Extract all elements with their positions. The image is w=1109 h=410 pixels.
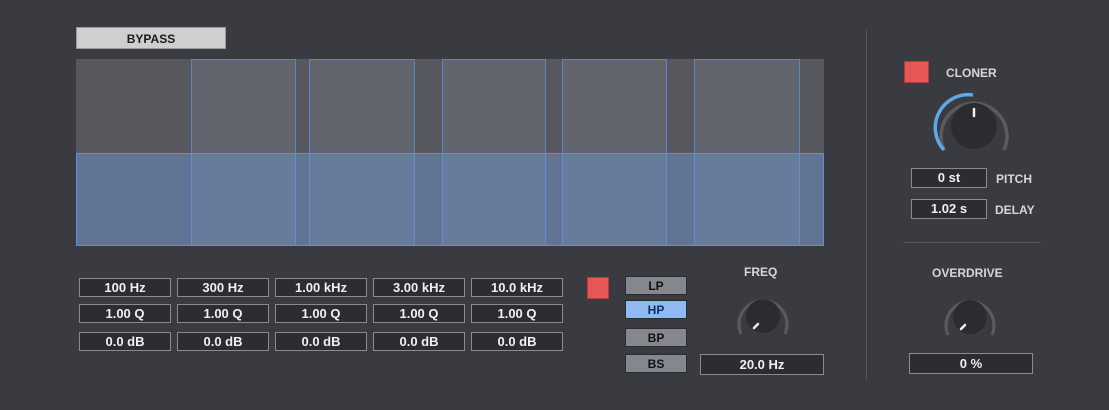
eq-col-top-3	[442, 59, 546, 153]
band-3-q-field[interactable]: 1.00 Q	[275, 304, 367, 323]
band-1-gain-field[interactable]: 0.0 dB	[79, 332, 171, 351]
filter-type-bs-button[interactable]: BS	[625, 354, 687, 373]
eq-col-top-5	[694, 59, 800, 153]
band-1-freq-field[interactable]: 100 Hz	[79, 278, 171, 297]
eq-display[interactable]	[76, 59, 824, 246]
eq-band-area	[76, 153, 824, 246]
band-1-q-field[interactable]: 1.00 Q	[79, 304, 171, 323]
overdrive-label: OVERDRIVE	[932, 266, 1003, 280]
delay-value-field[interactable]: 1.02 s	[911, 199, 987, 219]
cloner-overdrive-divider	[903, 242, 1041, 243]
filter-enable-toggle[interactable]	[587, 277, 609, 299]
band-2-freq-field[interactable]: 300 Hz	[177, 278, 269, 297]
band-2-gain-field[interactable]: 0.0 dB	[177, 332, 269, 351]
delay-label: DELAY	[995, 203, 1035, 217]
band-5-q-field[interactable]: 1.00 Q	[471, 304, 563, 323]
freq-label: FREQ	[744, 265, 778, 279]
cloner-label: CLONER	[946, 66, 997, 80]
pitch-knob[interactable]	[932, 92, 1016, 160]
band-3-freq-field[interactable]: 1.00 kHz	[275, 278, 367, 297]
band-3-gain-field[interactable]: 0.0 dB	[275, 332, 367, 351]
band-5-freq-field[interactable]: 10.0 kHz	[471, 278, 563, 297]
overdrive-knob[interactable]	[936, 287, 1004, 345]
overdrive-value-field[interactable]: 0 %	[909, 353, 1033, 374]
cloner-enable-toggle[interactable]	[904, 61, 929, 83]
filter-type-hp-button[interactable]: HP	[625, 300, 687, 319]
eq-col-top-2	[309, 59, 415, 153]
section-divider	[866, 30, 867, 380]
eq-col-top-1	[191, 59, 296, 153]
eq-col-top-4	[562, 59, 667, 153]
pitch-value-field[interactable]: 0 st	[911, 168, 987, 188]
filter-type-lp-button[interactable]: LP	[625, 276, 687, 295]
band-2-q-field[interactable]: 1.00 Q	[177, 304, 269, 323]
freq-knob[interactable]	[729, 286, 797, 344]
bypass-button[interactable]: BYPASS	[76, 27, 226, 49]
band-4-q-field[interactable]: 1.00 Q	[373, 304, 465, 323]
pitch-label: PITCH	[996, 172, 1032, 186]
freq-value-field[interactable]: 20.0 Hz	[700, 354, 824, 375]
filter-type-bp-button[interactable]: BP	[625, 328, 687, 347]
band-5-gain-field[interactable]: 0.0 dB	[471, 332, 563, 351]
band-4-freq-field[interactable]: 3.00 kHz	[373, 278, 465, 297]
band-4-gain-field[interactable]: 0.0 dB	[373, 332, 465, 351]
